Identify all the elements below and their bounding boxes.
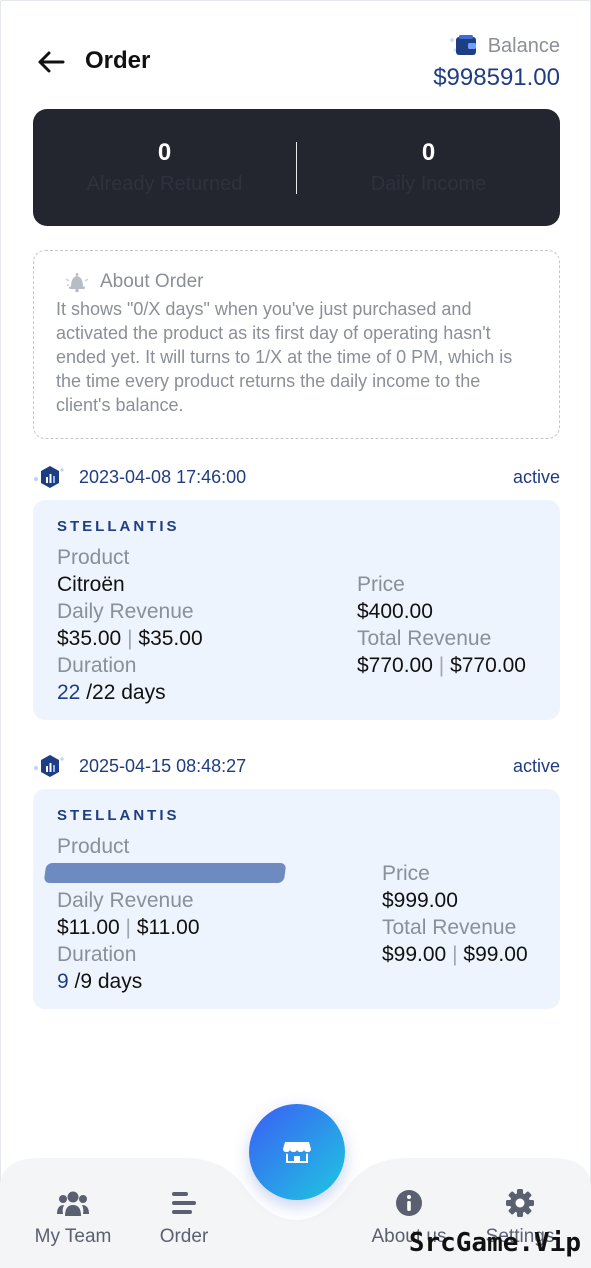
- daily-revenue-earned: $35.00: [57, 627, 122, 650]
- total-revenue-earned: $770.00: [357, 654, 433, 677]
- daily-revenue-value: $35.00 | $35.00: [57, 627, 203, 651]
- duration-value: 22 /22 days: [57, 681, 166, 705]
- total-revenue-expected: $99.00: [463, 943, 528, 966]
- daily-revenue-expected: $35.00: [138, 627, 203, 650]
- stat-income-label: Daily Income: [370, 173, 487, 195]
- about-title: About Order: [100, 271, 204, 292]
- daily-revenue-label: Daily Revenue: [57, 600, 194, 623]
- order-card[interactable]: STELLANTIS Product Daily Revenue $11.00 …: [33, 789, 560, 1009]
- balance: Balance $998591.00: [433, 32, 560, 92]
- duration-label: Duration: [57, 654, 137, 677]
- price-label: Price: [357, 573, 405, 596]
- order-status: active: [512, 755, 560, 776]
- store-button[interactable]: [249, 1104, 345, 1200]
- watermark: SrcGame.Vip: [408, 1228, 581, 1258]
- price-value: $400.00: [357, 600, 433, 623]
- about-text: It shows "0/X days" when you've just pur…: [56, 299, 513, 415]
- daily-revenue-earned: $11.00: [57, 916, 120, 939]
- nav-order[interactable]: Order: [148, 1186, 220, 1248]
- separator: |: [452, 943, 458, 966]
- nav-my-team[interactable]: My Team: [28, 1186, 118, 1248]
- team-icon: [57, 1191, 89, 1216]
- separator: |: [127, 627, 133, 650]
- page-title: Order: [85, 47, 151, 74]
- daily-revenue-value: $11.00 | $11.00: [57, 916, 200, 940]
- separator: |: [438, 654, 445, 677]
- daily-revenue-label: Daily Revenue: [57, 889, 194, 912]
- total-revenue-value: $770.00 | $770.00: [357, 654, 526, 678]
- chart-badge-icon: [34, 755, 64, 777]
- balance-amount: $998591.00: [433, 64, 560, 91]
- order-list-icon: [172, 1192, 196, 1214]
- about-order-box: About Order It shows "0/X days" when you…: [33, 250, 560, 439]
- total-revenue-label: Total Revenue: [382, 916, 517, 939]
- nav-my-team-label: My Team: [34, 1226, 112, 1247]
- redacted-product-name: [43, 863, 287, 883]
- duration-done: 22: [57, 681, 81, 704]
- duration-done: 9: [57, 970, 69, 993]
- order-header: 2025-04-15 08:48:27 active: [33, 752, 560, 780]
- back-button[interactable]: [35, 48, 67, 76]
- total-revenue-label: Total Revenue: [357, 627, 492, 650]
- gear-icon: [506, 1189, 534, 1217]
- price-value: $999.00: [382, 889, 458, 912]
- info-icon: [396, 1190, 422, 1216]
- balance-label: Balance: [487, 34, 560, 57]
- order-header: 2023-04-08 17:46:00 active: [33, 463, 560, 491]
- order-status: active: [512, 466, 560, 487]
- total-revenue-value: $99.00 | $99.00: [382, 943, 528, 967]
- brand-logo: STELLANTIS: [57, 807, 180, 824]
- stat-returned-value: 0: [157, 139, 172, 166]
- price-label: Price: [382, 862, 430, 885]
- brand-logo: STELLANTIS: [57, 518, 180, 535]
- duration-total: /9 days: [74, 970, 143, 993]
- back-arrow-icon: [38, 51, 65, 73]
- daily-revenue-expected: $11.00: [136, 916, 200, 939]
- nav-order-label: Order: [159, 1226, 209, 1247]
- product-label: Product: [57, 546, 130, 569]
- header: Order Balance $998591.00: [33, 32, 560, 96]
- chart-badge-icon: [34, 466, 64, 488]
- total-revenue-earned: $99.00: [382, 943, 447, 966]
- total-revenue-expected: $770.00: [450, 654, 526, 677]
- store-icon: [283, 1142, 311, 1163]
- order-date: 2023-04-08 17:46:00: [79, 466, 247, 487]
- duration-value: 9 /9 days: [57, 970, 142, 994]
- stat-returned-label: Already Returned: [86, 173, 243, 195]
- stat-income: 0 Daily Income: [297, 139, 560, 196]
- bell-icon: [65, 273, 89, 293]
- product-label: Product: [57, 835, 130, 858]
- separator: |: [125, 916, 131, 939]
- stat-income-value: 0: [421, 139, 436, 166]
- duration-label: Duration: [57, 943, 137, 966]
- product-name: Citroën: [57, 573, 125, 596]
- order-card[interactable]: STELLANTIS Product Citroën Daily Revenue…: [33, 500, 560, 720]
- order-date: 2025-04-15 08:48:27: [79, 755, 247, 776]
- wallet-icon: [449, 35, 476, 55]
- stat-returned: 0 Already Returned: [33, 139, 296, 196]
- duration-total: /22 days: [86, 681, 166, 704]
- stats-panel: 0 Already Returned 0 Daily Income: [33, 109, 560, 226]
